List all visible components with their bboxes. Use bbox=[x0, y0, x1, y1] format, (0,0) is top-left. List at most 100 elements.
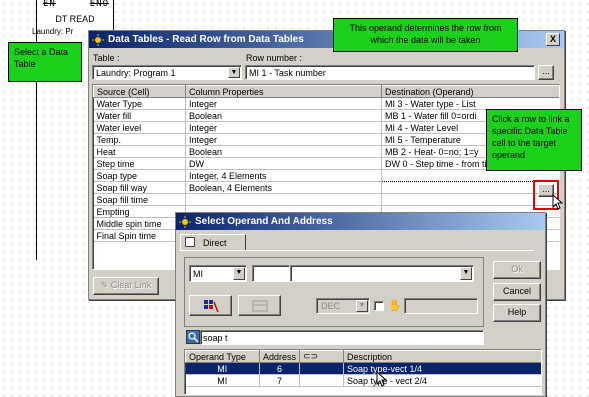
source-cell: Soap type bbox=[93, 169, 186, 182]
column-properties-cell bbox=[185, 193, 382, 206]
chevron-down-icon[interactable]: ▼ bbox=[228, 67, 240, 78]
column-properties-cell: Boolean bbox=[185, 145, 382, 158]
column-properties-cell: Integer bbox=[185, 121, 382, 134]
callout-select-table: Select a Data Table bbox=[8, 42, 82, 82]
description-select[interactable]: ▼ bbox=[290, 265, 474, 282]
source-cell: Soap fill time bbox=[93, 193, 186, 206]
source-cell: Soap fill way bbox=[93, 181, 186, 194]
format-checkbox[interactable] bbox=[374, 301, 384, 311]
close-button[interactable]: X bbox=[546, 33, 560, 46]
address-cell: 7 bbox=[259, 374, 300, 387]
tab-direct-label: Direct bbox=[203, 238, 227, 248]
link-cell bbox=[299, 362, 344, 375]
search-value: soap t bbox=[203, 333, 228, 343]
operand-type-cell: MI bbox=[185, 374, 260, 387]
address-field[interactable] bbox=[252, 265, 290, 282]
source-cell: Heat bbox=[93, 145, 186, 158]
address-cell: 6 bbox=[259, 362, 300, 375]
source-cell: Middle spin time bbox=[93, 217, 186, 230]
sun-icon bbox=[92, 33, 104, 46]
select-operand-title: Select Operand And Address bbox=[195, 216, 333, 227]
source-cell: Water Type bbox=[93, 97, 186, 110]
column-header-source[interactable]: Source (Cell) bbox=[93, 85, 186, 98]
column-properties-cell: Integer bbox=[185, 97, 382, 110]
column-header-operand-type[interactable]: Operand Type bbox=[185, 350, 260, 363]
row-number-value: MI 1 - Task number bbox=[249, 68, 326, 78]
link-cell bbox=[299, 374, 344, 387]
column-header-link[interactable]: ⊂⊃ bbox=[299, 350, 344, 363]
description-cell: Soap type-vect 1/4 bbox=[343, 362, 541, 375]
column-header-description[interactable]: Description bbox=[343, 350, 541, 363]
description-cell: Soap type - vect 2/4 bbox=[343, 374, 541, 387]
sun-icon bbox=[179, 215, 191, 228]
format-value: DEC bbox=[321, 301, 341, 311]
column-properties-cell: Integer bbox=[185, 133, 382, 146]
tab-divider bbox=[180, 250, 534, 251]
row-number-label: Row number : bbox=[246, 53, 303, 63]
table-row[interactable]: Soap fill time bbox=[93, 193, 559, 206]
eraser-icon: ✎ bbox=[100, 280, 109, 290]
row-browse-button[interactable]: ... bbox=[538, 65, 554, 80]
source-cell: Final Spin time bbox=[93, 229, 186, 242]
operand-results-list[interactable]: Operand Type Address ⊂⊃ Description MI 6 S… bbox=[184, 349, 542, 395]
mouse-cursor-icon bbox=[552, 193, 564, 212]
source-cell: Water fill bbox=[93, 109, 186, 122]
column-header-address[interactable]: Address bbox=[259, 350, 300, 363]
column-properties-cell: Integer, 4 Elements bbox=[185, 169, 382, 182]
en-label: EN bbox=[43, 0, 56, 9]
column-header-properties[interactable]: Column Properties bbox=[185, 85, 382, 98]
column-header-destination[interactable]: Destination (Operand) bbox=[381, 85, 559, 98]
cancel-button[interactable]: Cancel bbox=[493, 283, 541, 301]
results-header: Operand Type Address ⊂⊃ Description bbox=[185, 350, 541, 363]
source-cell: Temp. bbox=[93, 133, 186, 146]
operand-type-cell: MI bbox=[185, 362, 260, 375]
table-icon bbox=[252, 300, 267, 312]
mouse-cursor-icon bbox=[376, 370, 388, 389]
row-number-field[interactable]: MI 1 - Task number bbox=[245, 65, 535, 80]
link-icon: ⊂⊃ bbox=[303, 351, 319, 362]
chevron-down-icon[interactable]: ▼ bbox=[356, 300, 368, 312]
callout-click-row: Click a row to link a specific Data Tabl… bbox=[486, 109, 582, 171]
dt-read-block[interactable]: EN ENO DT READ bbox=[36, 0, 114, 30]
tab-direct[interactable]: Direct bbox=[180, 234, 246, 251]
table-select[interactable]: Laundry: Program 1 ▼ bbox=[92, 65, 242, 80]
search-icon bbox=[186, 330, 200, 344]
destination-cell[interactable]: MI 3 - Water type - List bbox=[381, 97, 559, 110]
clear-link-label: Clear Link bbox=[110, 280, 152, 290]
operand-type-select[interactable]: MI ▼ bbox=[189, 265, 247, 282]
source-cell: Empting bbox=[93, 205, 186, 218]
table-row[interactable]: Soap type Integer, 4 Elements bbox=[93, 169, 559, 182]
table-row[interactable]: Water Type Integer MI 3 - Water type - Lis… bbox=[93, 97, 559, 110]
callout-operand-row: This operand determines the row from whi… bbox=[333, 18, 518, 52]
block-name: DT READ bbox=[55, 14, 95, 24]
source-cell: Step time bbox=[93, 157, 186, 170]
source-cell: Water level bbox=[93, 121, 186, 134]
column-properties-cell: Boolean bbox=[185, 109, 382, 122]
ok-button[interactable]: Ok bbox=[493, 261, 541, 279]
chevron-down-icon[interactable]: ▼ bbox=[233, 267, 245, 280]
chevron-down-icon[interactable]: ▼ bbox=[460, 267, 472, 280]
hand-icon: ✋ bbox=[388, 300, 402, 312]
list-item[interactable]: MI7 Soap type - vect 2/4 bbox=[185, 374, 541, 387]
search-input[interactable]: soap t bbox=[200, 330, 484, 345]
table-row[interactable]: Soap fill way Boolean, 4 Elements bbox=[93, 181, 559, 194]
grid-header: Source (Cell) Column Properties Destinat… bbox=[93, 85, 559, 98]
direct-tab-icon bbox=[185, 237, 195, 247]
operand-type-value: MI bbox=[193, 269, 203, 279]
table-select-value: Laundry: Program 1 bbox=[96, 68, 176, 78]
help-button[interactable]: Help bbox=[493, 304, 541, 322]
clear-link-button[interactable]: ✎ Clear Link bbox=[93, 277, 159, 295]
eno-label: ENO bbox=[89, 0, 109, 9]
column-properties-cell: DW bbox=[185, 157, 382, 170]
dialog-title: Data Tables - Read Row from Data Tables bbox=[108, 34, 304, 45]
format-select[interactable]: DEC ▼ bbox=[316, 298, 370, 314]
column-properties-cell: Boolean, 4 Elements bbox=[185, 181, 382, 194]
list-item[interactable]: MI 6 Soap type-vect 1/4 bbox=[185, 362, 541, 375]
value-field[interactable] bbox=[404, 298, 478, 314]
table-label: Table : bbox=[93, 53, 120, 63]
select-operand-dialog: Select Operand And Address Direct MI ▼ ▼… bbox=[175, 212, 546, 397]
select-operand-titlebar: Select Operand And Address bbox=[176, 213, 545, 230]
table-picker-button[interactable] bbox=[238, 295, 281, 316]
bit-picker-button[interactable] bbox=[189, 295, 232, 316]
grid-icon bbox=[203, 300, 219, 313]
